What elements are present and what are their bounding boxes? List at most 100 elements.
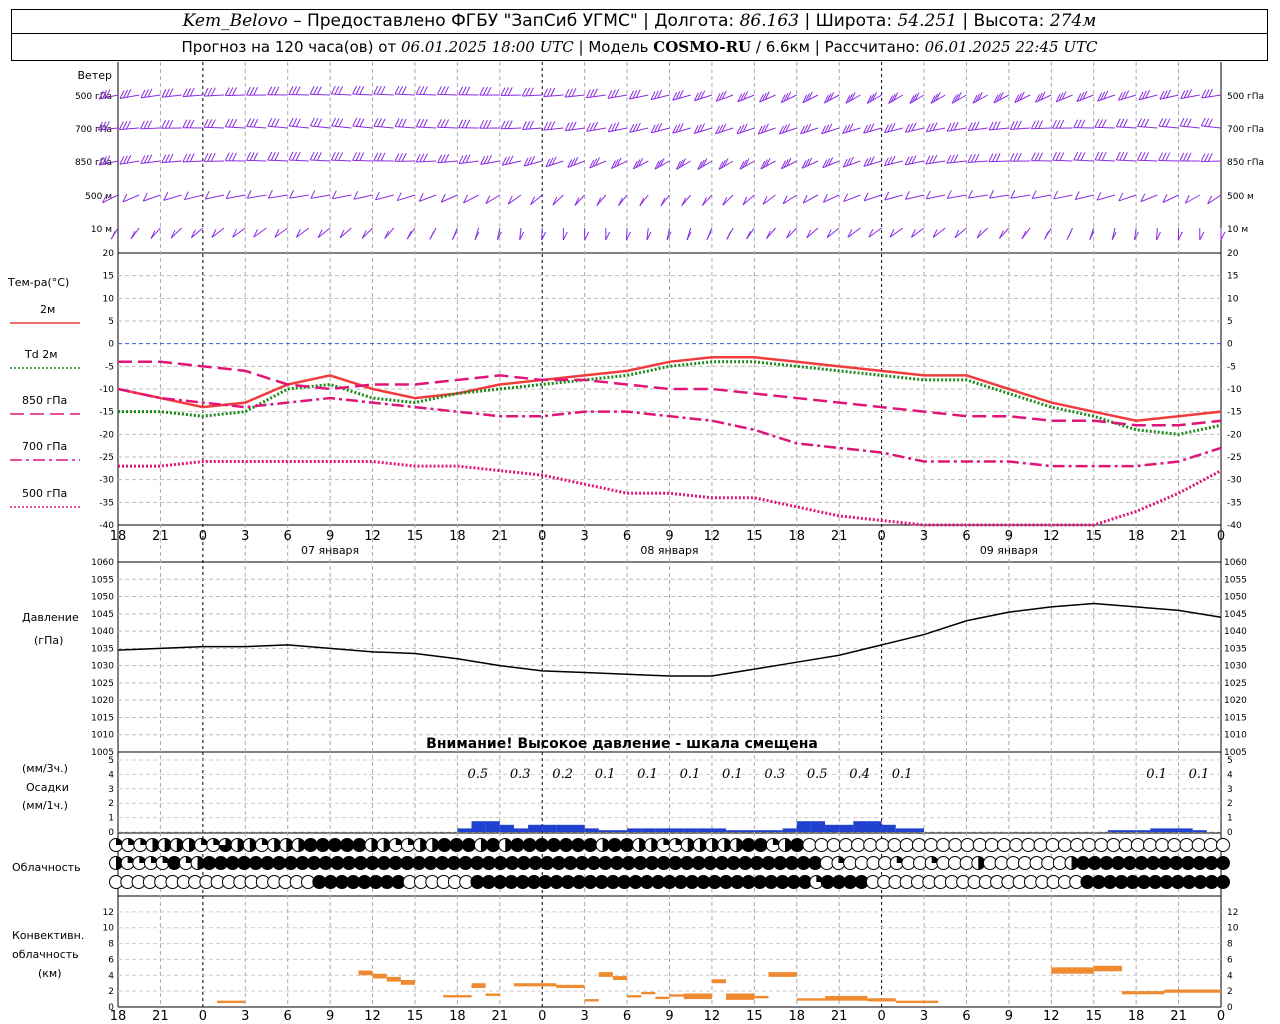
temp-tick-left: -35 [99,498,114,508]
pres-tick-right: 1015 [1224,713,1247,723]
x-tick-label: 18 [1128,529,1145,544]
cloud-symbol [749,856,764,870]
x-tick-label: 15 [1085,529,1102,544]
wind-barb-flag [352,85,358,95]
wind-barb-flag [1098,119,1104,128]
cloud-symbol [353,856,368,870]
cloud-symbol [493,856,508,870]
wind-barb-flag [967,189,973,199]
wind-barb-flag [164,154,170,163]
x-tick-label-bottom: 9 [1005,1009,1013,1024]
precip-bar [740,830,755,832]
cloud-symbol [1130,838,1145,852]
wind-barb [204,126,225,129]
wind-barb [1094,159,1115,162]
wind-barb [225,126,246,129]
wind-barb-flag [317,118,322,127]
precip-total-label: 0.3 [510,767,531,782]
x-tick-label: 21 [492,529,509,544]
wind-barb-flag [1009,152,1015,162]
wind-barb [225,94,246,97]
cloud-symbol [423,856,438,870]
precip-bar [853,821,868,832]
x-axis: 1818212100336699121215151818212100336699… [110,529,1225,1024]
conv-tick-left: 2 [108,987,114,997]
wind-barb-flag [210,119,216,128]
wind-barb-flag [444,86,450,95]
cloud-symbol [330,856,345,870]
wind-barb-flag [1034,120,1040,129]
wind-barb-flag [224,152,230,162]
precip-bar [839,824,854,832]
wind-barb [437,126,458,129]
wind-barb-flag [288,86,294,95]
wind-barb [742,194,755,206]
day-label: 07 января [301,544,359,557]
wind-barb-flag [1204,153,1210,162]
x-tick-label: 9 [665,529,673,544]
pressure-warning: Внимание! Высокое давление - шкала смеще… [426,736,818,752]
cloud-symbol [1216,875,1230,889]
wind-barb-flag [1030,152,1036,161]
wind-barb-flag [974,153,980,163]
precip-total-label: 0.5 [807,767,828,782]
wind-barb-flag [1066,231,1072,240]
day-label: 08 января [640,544,698,557]
cloud-symbol [202,856,217,870]
temp-tick-right: 5 [1227,317,1233,327]
wind-barb-flag [207,119,213,128]
convective-bar [400,980,415,985]
cloud-symbol [887,838,902,852]
cloud-symbol [843,856,858,870]
prec-tick-left: 2 [108,799,114,809]
wind-barb-flag [1044,231,1049,240]
wind-barb-flag [458,86,464,95]
cloud-symbol [994,856,1009,870]
cloud-symbol [621,856,636,870]
pres-tick-left: 1010 [91,731,114,741]
wind-barb [352,159,373,162]
wind-barb-flag [398,85,404,95]
wind-barb [332,194,352,200]
wind-barb-flag [970,153,976,163]
x-tick-label: 9 [326,529,334,544]
pres-tick-left: 1060 [91,558,114,568]
wind-barb-flag [338,152,344,161]
cloud-symbol [1191,838,1206,852]
wind-barb [946,160,967,164]
wind-barb [1180,94,1200,100]
cloud-symbol [726,856,741,870]
prec-tick-right: 3 [1227,785,1233,795]
wind-barb-flag [1031,190,1037,199]
wind-barb-flag [330,151,336,161]
wind-barb-flag [140,120,145,130]
x-tick-label: 3 [581,529,589,544]
wind-barb [967,160,988,163]
wind-barb-flag [373,117,379,127]
cloud-symbol [340,838,355,852]
conv-tick-left: 8 [108,940,114,950]
precip-bar [584,828,599,832]
cloud-symbol [761,856,776,870]
pres-tick-left: 1020 [91,696,114,706]
wind-barb-flag [1094,118,1100,128]
wind-barb-flag [415,118,421,128]
wind-barb-flag [1076,119,1082,128]
wind-barb [437,160,458,164]
cloud-symbol [534,838,549,852]
wind-barb-flag [1186,118,1192,127]
wind-barb-flag [394,85,400,95]
wind-barb-flag [161,120,167,129]
wind-barb-flag [232,119,237,128]
wind-barb [766,227,776,240]
wind-barb-flag [1080,119,1086,129]
wind-barb [543,127,564,131]
wind-barb-flag [1183,118,1189,127]
cloud-symbol [826,838,841,852]
cloud-symbol [435,856,450,870]
wind-barb-flag [1030,120,1036,130]
cloud-symbol [1009,838,1024,852]
cloud-symbol [1216,838,1230,852]
wind-barb-flag [726,231,732,240]
wind-barb-flag [1200,117,1206,127]
